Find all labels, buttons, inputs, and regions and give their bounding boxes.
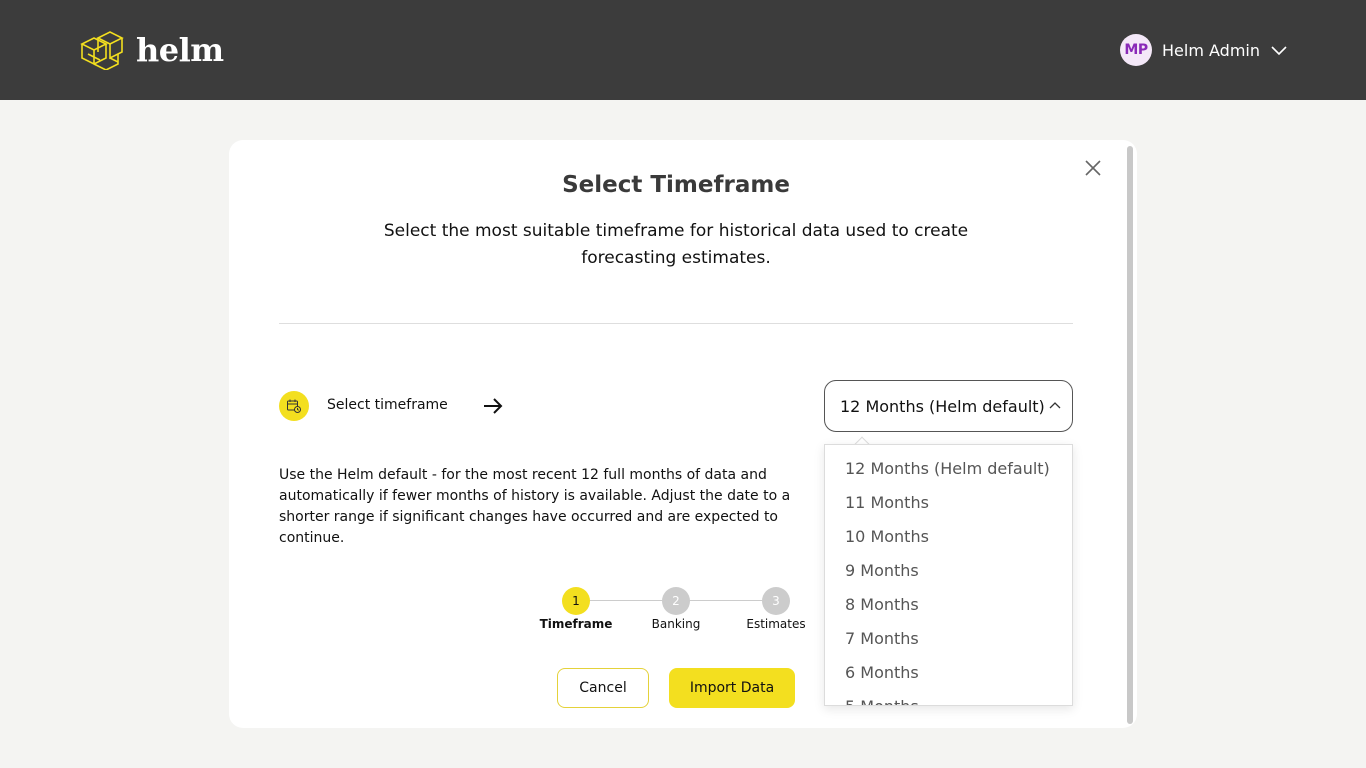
dropdown-option-5-months[interactable]: 5 Months <box>825 689 1072 706</box>
step-dot-1: 1 <box>562 587 590 615</box>
calendar-clock-icon <box>287 399 301 413</box>
timeframe-description: Use the Helm default - for the most rece… <box>279 467 791 546</box>
modal-scrollbar[interactable] <box>1127 146 1133 724</box>
cancel-button[interactable]: Cancel <box>557 668 649 708</box>
dropdown-option-10-months[interactable]: 10 Months <box>825 519 1072 553</box>
step-dot-3: 3 <box>762 587 790 615</box>
step-label-estimates: Estimates <box>746 617 806 631</box>
dropdown-option-9-months[interactable]: 9 Months <box>825 553 1072 587</box>
helm-logo[interactable]: helm <box>80 30 224 70</box>
chevron-up-icon <box>1049 402 1061 409</box>
step-label-banking: Banking <box>651 617 701 631</box>
dropdown-option-11-months[interactable]: 11 Months <box>825 485 1072 519</box>
helm-logo-icon <box>80 31 124 70</box>
dropdown-option-12-months[interactable]: 12 Months (Helm default) <box>825 451 1072 485</box>
user-name: Helm Admin <box>1162 40 1260 60</box>
avatar: MP <box>1120 34 1153 66</box>
step-label-timeframe: Timeframe <box>539 617 613 631</box>
chevron-down-icon[interactable] <box>1270 44 1288 56</box>
logo-text: helm <box>136 31 224 69</box>
timeframe-dropdown: 12 Months (Helm default) 11 Months 10 Mo… <box>824 444 1073 706</box>
modal-title: Select Timeframe <box>562 172 790 198</box>
timeframe-select-value: 12 Months (Helm default) <box>840 396 1045 416</box>
dropdown-option-7-months[interactable]: 7 Months <box>825 621 1072 655</box>
step-dot-2: 2 <box>662 587 690 615</box>
divider <box>279 323 1073 324</box>
user-menu[interactable]: MP Helm Admin <box>1120 34 1288 66</box>
arrow-right-icon <box>484 398 503 414</box>
dropdown-option-8-months[interactable]: 8 Months <box>825 587 1072 621</box>
timeframe-step-badge <box>279 391 309 421</box>
import-data-button[interactable]: Import Data <box>669 668 795 708</box>
select-timeframe-label: Select timeframe <box>327 397 448 413</box>
modal-subtitle: Select the most suitable timeframe for h… <box>383 221 969 268</box>
timeframe-select[interactable]: 12 Months (Helm default) <box>824 380 1073 432</box>
dropdown-option-6-months[interactable]: 6 Months <box>825 655 1072 689</box>
progress-stepper: 1 2 3 Timeframe Banking Estimates <box>529 586 829 636</box>
top-bar: helm MP Helm Admin <box>0 0 1366 100</box>
